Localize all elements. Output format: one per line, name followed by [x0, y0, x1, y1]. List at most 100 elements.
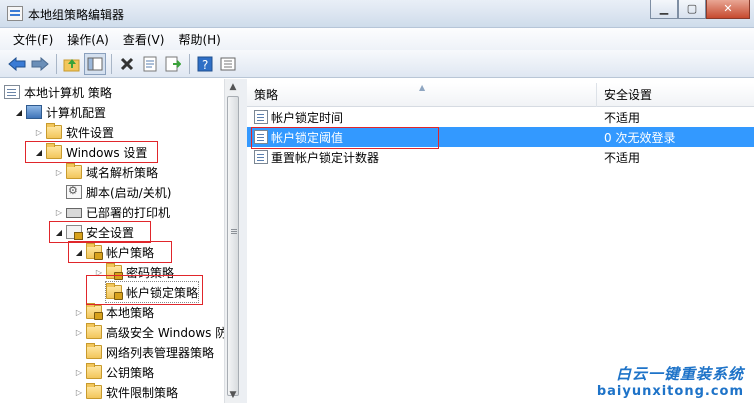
tree-node-software-restriction[interactable]: ▷ 软件限制策略 [74, 382, 178, 402]
expand-triangle-icon[interactable]: ▷ [74, 302, 84, 322]
view-pane-icon [220, 57, 236, 70]
site-watermark: 白云一键重装系统 baiyunxitong.com [597, 363, 744, 399]
menu-view[interactable]: 查看(V) [116, 31, 172, 48]
toolbar: ? [0, 50, 754, 78]
folder-icon [46, 123, 62, 139]
filter-view-button[interactable] [217, 53, 239, 75]
scroll-up-arrow-icon[interactable]: ▲ [225, 79, 241, 95]
details-list-pane: 策略 ▲ 安全设置 帐户锁定时间 不适用 帐户锁定阈值 0 次无效登录 重置帐户… [247, 79, 754, 403]
tree-label: 本地策略 [106, 305, 155, 320]
help-icon: ? [197, 56, 213, 72]
tree-node-firewall[interactable]: ▷ 高级安全 Windows 防 [74, 322, 227, 342]
close-button[interactable]: ✕ [706, 0, 750, 19]
tree-node-account-policies[interactable]: ◢ 帐户策略 [74, 242, 154, 262]
locked-folder-icon [86, 243, 103, 260]
folder-icon [46, 143, 62, 159]
tree-node-computer-config[interactable]: ◢ 计算机配置 [14, 102, 106, 122]
policy-document-icon [4, 85, 20, 99]
properties-button[interactable] [139, 53, 161, 75]
tree-label: 帐户锁定策略 [126, 285, 199, 300]
pane-splitter[interactable] [240, 79, 247, 403]
expand-triangle-icon[interactable]: ▷ [54, 202, 64, 222]
policy-setting-icon [254, 110, 268, 124]
policy-editor-app-icon [7, 6, 23, 21]
maximize-icon: ▢ [686, 2, 698, 15]
computer-icon [26, 105, 42, 119]
tree-node-lockout-policy[interactable]: 帐户锁定策略 [104, 281, 200, 303]
watermark-url: baiyunxitong.com [596, 384, 744, 399]
printer-icon [66, 208, 82, 218]
console-tree-pane: 本地计算机 策略 ◢ 计算机配置 ▷ 软件设置 ◢ Windows 设置 ▷ 域… [0, 79, 240, 403]
forward-button[interactable] [29, 53, 51, 75]
sort-ascending-icon: ▲ [419, 83, 426, 92]
folder-icon [66, 163, 82, 179]
tree-node-software-settings[interactable]: ▷ 软件设置 [34, 122, 114, 142]
tree-node-printers[interactable]: ▷ 已部署的打印机 [54, 202, 170, 222]
tree-label: 安全设置 [86, 225, 135, 240]
menu-file[interactable]: 文件(F) [6, 31, 60, 48]
tree-node-security-settings[interactable]: ◢ 安全设置 [54, 222, 134, 242]
close-icon: ✕ [723, 2, 733, 15]
title-bar: 本地组策略编辑器 ▁ ▢ ✕ [0, 0, 754, 28]
tree-label: 帐户策略 [106, 245, 155, 260]
tree-node-scripts[interactable]: 脚本(启动/关机) [66, 182, 171, 202]
folder-icon [86, 363, 102, 379]
list-row-lockout-duration[interactable]: 帐户锁定时间 不适用 [247, 107, 754, 127]
tree-node-network-list[interactable]: 网络列表管理器策略 [86, 342, 214, 362]
tree-vertical-scrollbar[interactable]: ▲ ▼ [224, 79, 240, 403]
menu-action[interactable]: 操作(A) [60, 31, 116, 48]
back-arrow-icon [8, 56, 26, 71]
tree-label: 本地计算机 策略 [24, 85, 112, 100]
minimize-button[interactable]: ▁ [650, 0, 678, 19]
expand-triangle-icon[interactable]: ▷ [54, 162, 64, 182]
tree-label: 软件设置 [66, 125, 115, 140]
collapse-triangle-icon[interactable]: ◢ [34, 142, 44, 162]
help-button[interactable]: ? [194, 53, 216, 75]
list-header: 策略 ▲ 安全设置 [247, 83, 754, 107]
window-title: 本地组策略编辑器 [28, 8, 125, 22]
list-row-lockout-threshold[interactable]: 帐户锁定阈值 0 次无效登录 [247, 127, 754, 147]
maximize-button[interactable]: ▢ [678, 0, 706, 19]
minimize-icon: ▁ [659, 2, 669, 15]
locked-folder-icon [106, 263, 123, 280]
console-tree-icon [87, 57, 103, 70]
expand-triangle-icon[interactable]: ▷ [94, 262, 104, 282]
column-header-security-setting[interactable]: 安全设置 [597, 83, 754, 107]
menu-help[interactable]: 帮助(H) [171, 31, 227, 48]
expand-triangle-icon[interactable]: ▷ [74, 382, 84, 402]
tree-node-password-policy[interactable]: ▷ 密码策略 [94, 262, 174, 282]
scrollbar-thumb[interactable] [227, 96, 239, 396]
policy-setting-icon [254, 130, 268, 144]
tree-node-name-resolution[interactable]: ▷ 域名解析策略 [54, 162, 158, 182]
list-row-reset-lockout-counter[interactable]: 重置帐户锁定计数器 不适用 [247, 147, 754, 167]
collapse-triangle-icon[interactable]: ◢ [14, 102, 24, 122]
tree-node-root[interactable]: 本地计算机 策略 [4, 82, 112, 102]
export-list-button[interactable] [162, 53, 184, 75]
folder-up-icon [63, 58, 80, 71]
toolbar-separator [56, 53, 57, 74]
collapse-triangle-icon[interactable]: ◢ [74, 242, 84, 262]
window-controls: ▁ ▢ ✕ [650, 0, 750, 19]
tree-label: 已部署的打印机 [86, 205, 171, 220]
up-level-button[interactable] [61, 53, 83, 75]
tree-node-local-policies[interactable]: ▷ 本地策略 [74, 302, 154, 322]
expand-triangle-icon[interactable]: ▷ [34, 122, 44, 142]
expand-triangle-icon[interactable]: ▷ [74, 322, 84, 342]
collapse-triangle-icon[interactable]: ◢ [54, 222, 64, 242]
expand-triangle-icon[interactable]: ▷ [74, 362, 84, 382]
locked-folder-icon [86, 303, 103, 320]
tree-label: 密码策略 [126, 265, 175, 280]
toolbar-separator [111, 53, 112, 74]
policy-value: 0 次无效登录 [604, 130, 676, 145]
scroll-down-arrow-icon[interactable]: ▼ [225, 387, 241, 403]
tree-label: 计算机配置 [46, 105, 107, 120]
tree-label: 公钥策略 [106, 365, 155, 380]
delete-button[interactable] [116, 53, 138, 75]
forward-arrow-icon [31, 56, 49, 71]
tree-node-public-key[interactable]: ▷ 公钥策略 [74, 362, 154, 382]
back-button[interactable] [6, 53, 28, 75]
column-label: 策略 [254, 88, 279, 102]
tree-node-windows-settings[interactable]: ◢ Windows 设置 [34, 142, 147, 162]
show-hide-tree-button[interactable] [84, 52, 106, 75]
column-header-policy[interactable]: 策略 ▲ [247, 83, 597, 107]
